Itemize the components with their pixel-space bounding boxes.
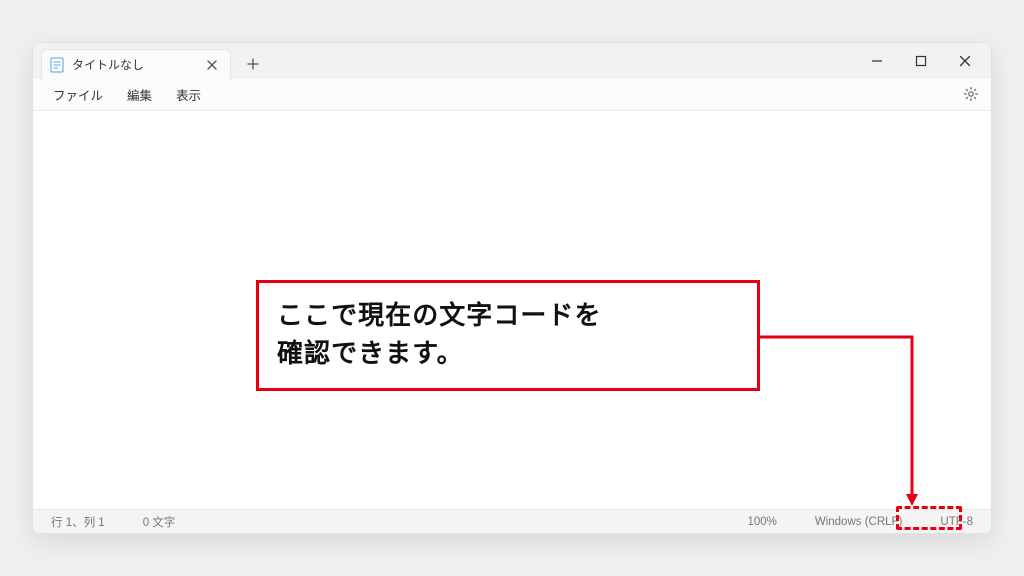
tab-untitled[interactable]: タイトルなし xyxy=(41,49,231,79)
status-line-ending[interactable]: Windows (CRLF) xyxy=(807,516,911,528)
gear-icon xyxy=(963,86,979,105)
tab-close-button[interactable] xyxy=(204,57,220,73)
new-tab-button[interactable] xyxy=(239,50,267,78)
status-zoom[interactable]: 100% xyxy=(739,516,784,528)
minimize-button[interactable] xyxy=(863,47,891,75)
window-controls xyxy=(857,43,985,79)
close-window-button[interactable] xyxy=(951,47,979,75)
status-char-count: 0 文字 xyxy=(135,514,184,530)
tab-title: タイトルなし xyxy=(72,56,196,73)
statusbar: 行 1、列 1 0 文字 100% Windows (CRLF) UTF-8 xyxy=(33,509,991,533)
settings-button[interactable] xyxy=(959,83,983,107)
text-editor-area[interactable] xyxy=(33,111,991,509)
maximize-button[interactable] xyxy=(907,47,935,75)
status-encoding[interactable]: UTF-8 xyxy=(932,516,981,528)
menu-file[interactable]: ファイル xyxy=(41,81,115,108)
document-icon xyxy=(50,57,64,73)
tab-strip: タイトルなし xyxy=(33,43,267,79)
status-cursor-position: 行 1、列 1 xyxy=(43,514,113,530)
menu-edit[interactable]: 編集 xyxy=(115,81,164,108)
notepad-window: タイトルなし ファイル 編集 表示 xyxy=(32,42,992,534)
menubar: ファイル 編集 表示 xyxy=(33,79,991,111)
menu-view[interactable]: 表示 xyxy=(164,81,213,108)
titlebar: タイトルなし xyxy=(33,43,991,79)
